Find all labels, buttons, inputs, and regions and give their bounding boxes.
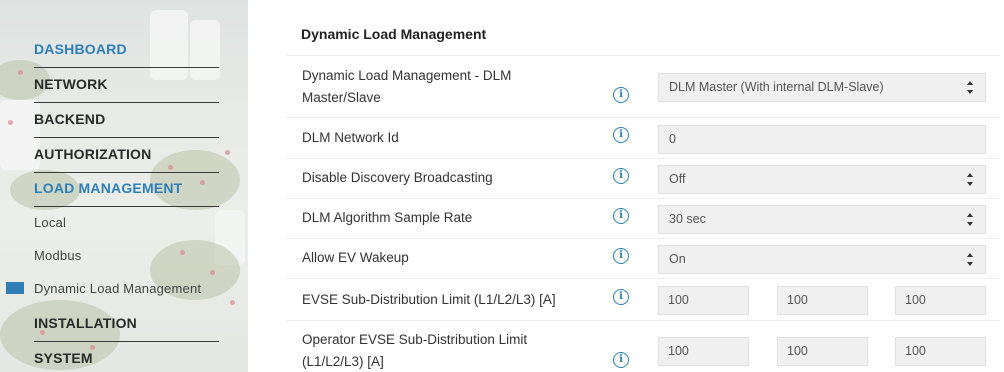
operator-limit-l3-input[interactable]: 100 [895,337,986,366]
sidebar-item-authorization[interactable]: AUTHORIZATION [34,146,219,162]
select-caret-icon [967,213,974,226]
sidebar-item-network[interactable]: NETWORK [34,76,219,92]
sidebar-item-load-management[interactable]: LOAD MANAGEMENT [34,180,219,196]
info-icon[interactable]: i [613,289,629,305]
active-item-marker [6,282,24,294]
evse-limit-label: EVSE Sub-Distribution Limit (L1/L2/L3) [… [302,292,556,307]
sidebar-item-system[interactable]: SYSTEM [34,350,219,366]
row-divider [286,117,1000,118]
info-icon[interactable]: i [613,208,629,224]
sidebar-item-installation[interactable]: INSTALLATION [34,315,219,331]
row-divider [286,158,1000,159]
section-title: Dynamic Load Management [301,26,487,42]
row-divider [286,198,1000,199]
evse-limit-l3-input[interactable]: 100 [895,286,986,315]
sample-rate-label: DLM Algorithm Sample Rate [302,210,473,225]
info-icon[interactable]: i [613,127,629,143]
select-caret-icon [967,81,974,94]
nav-divider [34,137,219,138]
sample-rate-select[interactable]: 30 sec [658,205,986,234]
select-caret-icon [967,173,974,186]
select-caret-icon [967,253,974,266]
sidebar-item-backend[interactable]: BACKEND [34,111,219,127]
ev-wakeup-label: Allow EV Wakeup [302,250,409,265]
nav-divider [34,102,219,103]
dlm-mode-label: Dynamic Load Management - DLM Master/Sla… [302,68,512,105]
info-icon[interactable]: i [613,352,629,368]
row-divider [286,238,1000,239]
network-id-label: DLM Network Id [302,130,399,145]
operator-limit-l2-input[interactable]: 100 [777,337,868,366]
evse-limit-l1-input[interactable]: 100 [658,286,749,315]
discovery-label: Disable Discovery Broadcasting [302,170,493,185]
row-divider [286,55,1000,56]
ev-wakeup-select[interactable]: On [658,245,986,274]
evse-limit-l2-input[interactable]: 100 [777,286,868,315]
row-divider [286,278,1000,279]
sidebar-subitem-dynamic-load-management[interactable]: Dynamic Load Management [34,281,219,296]
info-icon[interactable]: i [613,168,629,184]
sidebar-subitem-local[interactable]: Local [34,215,219,230]
network-id-input[interactable]: 0 [658,125,986,154]
sidebar-item-dashboard[interactable]: DASHBOARD [34,41,219,57]
info-icon[interactable]: i [613,248,629,264]
sidebar-subitem-modbus[interactable]: Modbus [34,248,219,263]
nav-divider [34,341,219,342]
row-divider [286,320,1000,321]
nav-divider [34,206,219,207]
discovery-select[interactable]: Off [658,165,986,194]
nav-divider [34,67,219,68]
operator-limit-l1-input[interactable]: 100 [658,337,749,366]
sidebar: DASHBOARD NETWORK BACKEND AUTHORIZATION … [0,0,248,372]
info-icon[interactable]: i [613,87,629,103]
dlm-mode-select[interactable]: DLM Master (With internal DLM-Slave) [658,73,986,102]
operator-limit-label: Operator EVSE Sub-Distribution Limit (L1… [302,332,528,369]
nav-divider [34,172,219,173]
